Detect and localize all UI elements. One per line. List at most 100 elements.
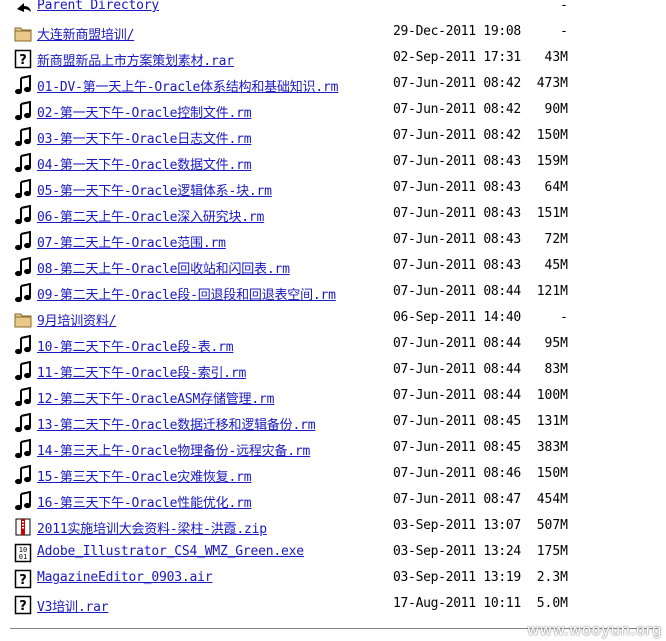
svg-text:?: ? — [19, 53, 27, 68]
file-row: 02-第一天下午-Oracle控制文件.rm 07-Jun-2011 08:42 9… — [0, 96, 666, 122]
file-size: 64M — [544, 180, 568, 195]
file-row: 04-第一天下午-Oracle数据文件.rm 07-Jun-2011 08:43 1… — [0, 148, 666, 174]
audio-file-icon[interactable] — [14, 231, 32, 251]
file-size: 159M — [536, 154, 568, 169]
file-row: 大连新商盟培训/29-Dec-2011 19:08 - — [0, 18, 666, 44]
binary-file-icon[interactable]: 10 01 — [14, 543, 32, 563]
file-size: 2.3M — [536, 570, 568, 585]
file-link[interactable]: MagazineEditor_0903.air — [37, 570, 213, 585]
file-row: 10 01 Adobe_Illustrator_CS4_WMZ_Green.exe 0… — [0, 538, 666, 564]
file-size: 45M — [544, 258, 568, 273]
file-size: 151M — [536, 206, 568, 221]
file-link[interactable]: 15-第三天下午-Oracle灾难恢复.rm — [37, 466, 252, 485]
file-size: 131M — [536, 414, 568, 429]
file-link[interactable]: 09-第二天上午-Oracle段-回退段和回退表空间.rm — [37, 284, 336, 303]
parent-directory-link[interactable]: Parent Directory — [37, 0, 159, 13]
file-size: 5.0M — [536, 596, 568, 611]
last-modified: 07-Jun-2011 08:42 — [393, 128, 521, 143]
file-row: 13-第二天下午-Oracle数据迁移和逻辑备份.rm 07-Jun-2011 0… — [0, 408, 666, 434]
file-link[interactable]: 16-第三天下午-Oracle性能优化.rm — [37, 492, 252, 511]
last-modified: 07-Jun-2011 08:44 — [393, 284, 521, 299]
svg-text:01: 01 — [19, 553, 27, 561]
last-modified: 07-Jun-2011 08:43 — [393, 232, 521, 247]
file-row: 15-第三天下午-Oracle灾难恢复.rm 07-Jun-2011 08:46 1… — [0, 460, 666, 486]
file-row: 09-第二天上午-Oracle段-回退段和回退表空间.rm 07-Jun-2011… — [0, 278, 666, 304]
file-size: - — [560, 24, 568, 39]
file-size: 72M — [544, 232, 568, 247]
file-row: 10-第二天下午-Oracle段-表.rm 07-Jun-2011 08:44 95… — [0, 330, 666, 356]
audio-file-icon[interactable] — [14, 127, 32, 147]
file-row: 08-第二天上午-Oracle回收站和闪回表.rm 07-Jun-2011 08:… — [0, 252, 666, 278]
audio-file-icon[interactable] — [14, 361, 32, 381]
parent-directory-row: Parent Directory - — [0, 0, 666, 18]
audio-file-icon[interactable] — [14, 335, 32, 355]
watermark: www.wooyun.org — [526, 621, 662, 639]
last-modified: 03-Sep-2011 13:19 — [393, 570, 521, 585]
last-modified: 07-Jun-2011 08:43 — [393, 258, 521, 273]
file-link[interactable]: 11-第二天下午-Oracle段-索引.rm — [37, 362, 246, 381]
file-link[interactable]: 05-第一天下午-Oracle逻辑体系-块.rm — [37, 180, 272, 199]
audio-file-icon[interactable] — [14, 387, 32, 407]
file-link[interactable]: 13-第二天下午-Oracle数据迁移和逻辑备份.rm — [37, 414, 316, 433]
file-link[interactable]: 02-第一天下午-Oracle控制文件.rm — [37, 102, 252, 121]
file-size: 90M — [544, 102, 568, 117]
last-modified: 07-Jun-2011 08:47 — [393, 492, 521, 507]
file-link[interactable]: 2011实施培训大会资料-梁柱-洪霞.zip — [37, 518, 267, 537]
file-link[interactable]: 14-第三天上午-Oracle物理备份-远程灾备.rm — [37, 440, 310, 459]
last-modified: 07-Jun-2011 08:44 — [393, 336, 521, 351]
last-modified: 07-Jun-2011 08:45 — [393, 414, 521, 429]
file-row: 12-第二天下午-OracleASM存储管理.rm 07-Jun-2011 08:… — [0, 382, 666, 408]
audio-file-icon[interactable] — [14, 413, 32, 433]
file-size: 83M — [544, 362, 568, 377]
file-size: 507M — [536, 518, 568, 533]
file-link[interactable]: V3培训.rar — [37, 596, 109, 615]
last-modified: 07-Jun-2011 08:43 — [393, 206, 521, 221]
file-row: 16-第三天下午-Oracle性能优化.rm 07-Jun-2011 08:47 4… — [0, 486, 666, 512]
file-size: 175M — [536, 544, 568, 559]
folder-icon[interactable] — [14, 309, 32, 329]
audio-file-icon[interactable] — [14, 205, 32, 225]
file-link[interactable]: 06-第二天上午-Oracle深入研究块.rm — [37, 206, 264, 225]
file-link[interactable]: 04-第一天下午-Oracle数据文件.rm — [37, 154, 252, 173]
audio-file-icon[interactable] — [14, 101, 32, 121]
file-link[interactable]: 03-第一天下午-Oracle日志文件.rm — [37, 128, 252, 147]
audio-file-icon[interactable] — [14, 257, 32, 277]
audio-file-icon[interactable] — [14, 439, 32, 459]
file-row: 2011实施培训大会资料-梁柱-洪霞.zip 03-Sep-2011 13:07 5… — [0, 512, 666, 538]
unknown-file-icon[interactable]: ? — [14, 569, 32, 589]
last-modified: 06-Sep-2011 14:40 — [393, 310, 521, 325]
unknown-file-icon[interactable]: ? — [14, 595, 32, 615]
audio-file-icon[interactable] — [14, 491, 32, 511]
audio-file-icon[interactable] — [14, 465, 32, 485]
file-link[interactable]: 12-第二天下午-OracleASM存储管理.rm — [37, 388, 274, 407]
file-link[interactable]: 10-第二天下午-Oracle段-表.rm — [37, 336, 234, 355]
file-size: 95M — [544, 336, 568, 351]
file-link[interactable]: 07-第二天上午-Oracle范围.rm — [37, 232, 226, 251]
svg-text:?: ? — [19, 573, 27, 588]
last-modified: 07-Jun-2011 08:45 — [393, 440, 521, 455]
file-link[interactable]: Adobe_Illustrator_CS4_WMZ_Green.exe — [37, 544, 304, 559]
audio-file-icon[interactable] — [14, 283, 32, 303]
unknown-file-icon[interactable]: ? — [14, 49, 32, 69]
file-link[interactable]: 9月培训资料/ — [37, 310, 116, 329]
audio-file-icon[interactable] — [14, 179, 32, 199]
file-link[interactable]: 01-DV-第一天上午-Oracle体系结构和基础知识.rm — [37, 76, 338, 95]
compressed-file-icon[interactable] — [14, 517, 32, 537]
file-link[interactable]: 新商盟新品上市方案策划素材.rar — [37, 50, 234, 69]
last-modified: 03-Sep-2011 13:07 — [393, 518, 521, 533]
file-link[interactable]: 大连新商盟培训/ — [37, 24, 134, 43]
file-size: 150M — [536, 466, 568, 481]
file-size: 121M — [536, 284, 568, 299]
file-size: - — [560, 310, 568, 325]
audio-file-icon[interactable] — [14, 153, 32, 173]
folder-icon[interactable] — [14, 23, 32, 43]
last-modified: 07-Jun-2011 08:44 — [393, 388, 521, 403]
last-modified: 07-Jun-2011 08:46 — [393, 466, 521, 481]
last-modified: 29-Dec-2011 19:08 — [393, 24, 521, 39]
back-arrow-icon[interactable] — [14, 0, 32, 17]
audio-file-icon[interactable] — [14, 75, 32, 95]
file-link[interactable]: 08-第二天上午-Oracle回收站和闪回表.rm — [37, 258, 290, 277]
file-row: 9月培训资料/06-Sep-2011 14:40 - — [0, 304, 666, 330]
file-row: ? MagazineEditor_0903.air 03-Sep-2011 13:1… — [0, 564, 666, 590]
last-modified: 07-Jun-2011 08:42 — [393, 76, 521, 91]
